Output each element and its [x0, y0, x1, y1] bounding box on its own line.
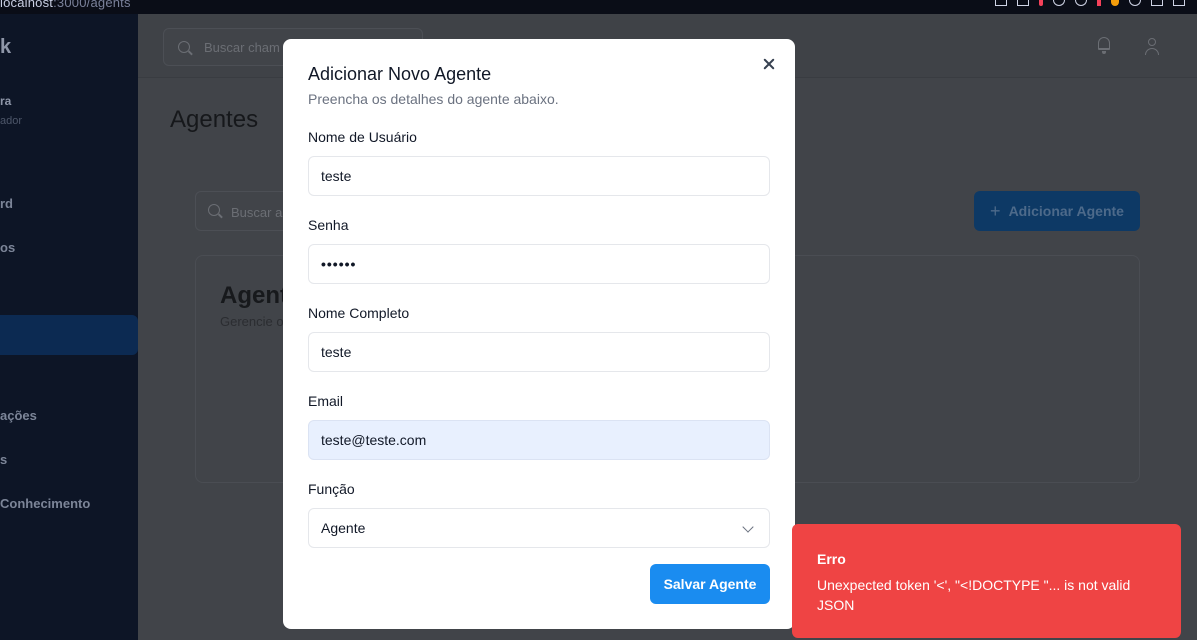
error-toast[interactable]: Erro Unexpected token '<', "<!DOCTYPE ".… — [792, 524, 1181, 638]
extension-icon[interactable] — [1075, 0, 1087, 6]
extension-icon[interactable] — [1111, 0, 1119, 6]
sidebar-item-knowledge-base[interactable]: Conhecimento — [0, 496, 90, 511]
add-agent-label: Adicionar Agente — [1008, 203, 1124, 219]
extension-icon[interactable] — [1053, 0, 1065, 6]
password-field[interactable]: •••••• — [308, 244, 770, 284]
search-placeholder: Buscar cham — [204, 40, 280, 55]
browser-address-strip: localhost:3000/agents — [0, 0, 1197, 14]
username-field[interactable]: teste — [308, 156, 770, 196]
dialog-title: Adicionar Novo Agente — [308, 64, 492, 84]
save-agent-button[interactable]: Salvar Agente — [650, 564, 770, 604]
url-path: :3000/agents — [53, 0, 131, 10]
username-label: Nome de Usuário — [308, 129, 417, 145]
toast-message: Unexpected token '<', "<!DOCTYPE "... is… — [817, 577, 1131, 613]
plus-icon: + — [990, 200, 1001, 221]
sidebar-item-settings[interactable]: ações — [0, 408, 37, 423]
sidebar-user-role: ador — [0, 115, 23, 127]
fullname-field[interactable]: teste — [308, 332, 770, 372]
sidebar-logo: k — [0, 36, 12, 58]
chevron-down-icon — [742, 521, 754, 533]
sidebar-item-tickets[interactable]: os — [0, 240, 15, 255]
add-agent-button[interactable]: + Adicionar Agente — [974, 191, 1140, 231]
close-icon[interactable] — [761, 56, 777, 72]
browser-extension-icons — [995, 0, 1185, 6]
fullname-label: Nome Completo — [308, 305, 410, 321]
browser-url[interactable]: localhost:3000/agents — [0, 0, 131, 10]
sidebar-user-name: ra — [0, 94, 12, 108]
role-selected-value: Agente — [321, 520, 366, 536]
extension-icon[interactable] — [1017, 0, 1029, 6]
role-label: Função — [308, 481, 355, 497]
email-label: Email — [308, 393, 344, 409]
sidebar: k ra ador rd os ações s Conhecimento — [0, 14, 138, 640]
sidebar-item-dashboard[interactable]: rd — [0, 196, 13, 211]
email-field[interactable]: teste@teste.com — [308, 420, 770, 460]
page-title: Agentes — [170, 106, 259, 133]
role-select[interactable]: Agente — [308, 508, 770, 548]
extension-icon[interactable] — [1173, 0, 1185, 6]
sidebar-item-reports[interactable]: s — [0, 452, 7, 467]
bell-icon[interactable] — [1096, 36, 1112, 54]
user-icon[interactable] — [1144, 38, 1160, 56]
toast-title: Erro — [817, 551, 846, 567]
card-subtitle: Gerencie o — [220, 314, 284, 329]
search-icon — [208, 204, 220, 216]
extension-icon[interactable] — [995, 0, 1007, 6]
extension-icon[interactable] — [1129, 0, 1141, 6]
card-title: Agent — [220, 282, 288, 309]
url-host: localhost — [0, 0, 54, 10]
search-icon — [178, 41, 190, 53]
password-label: Senha — [308, 217, 349, 233]
add-agent-dialog: Adicionar Novo Agente Preencha os detalh… — [283, 39, 795, 629]
extension-icon[interactable] — [1039, 0, 1043, 6]
extension-icon[interactable] — [1151, 0, 1163, 6]
search-placeholder: Buscar a — [231, 205, 283, 220]
extension-icon[interactable] — [1097, 0, 1101, 6]
sidebar-item-agents-active[interactable] — [0, 315, 138, 355]
dialog-description: Preencha os detalhes do agente abaixo. — [308, 91, 559, 107]
